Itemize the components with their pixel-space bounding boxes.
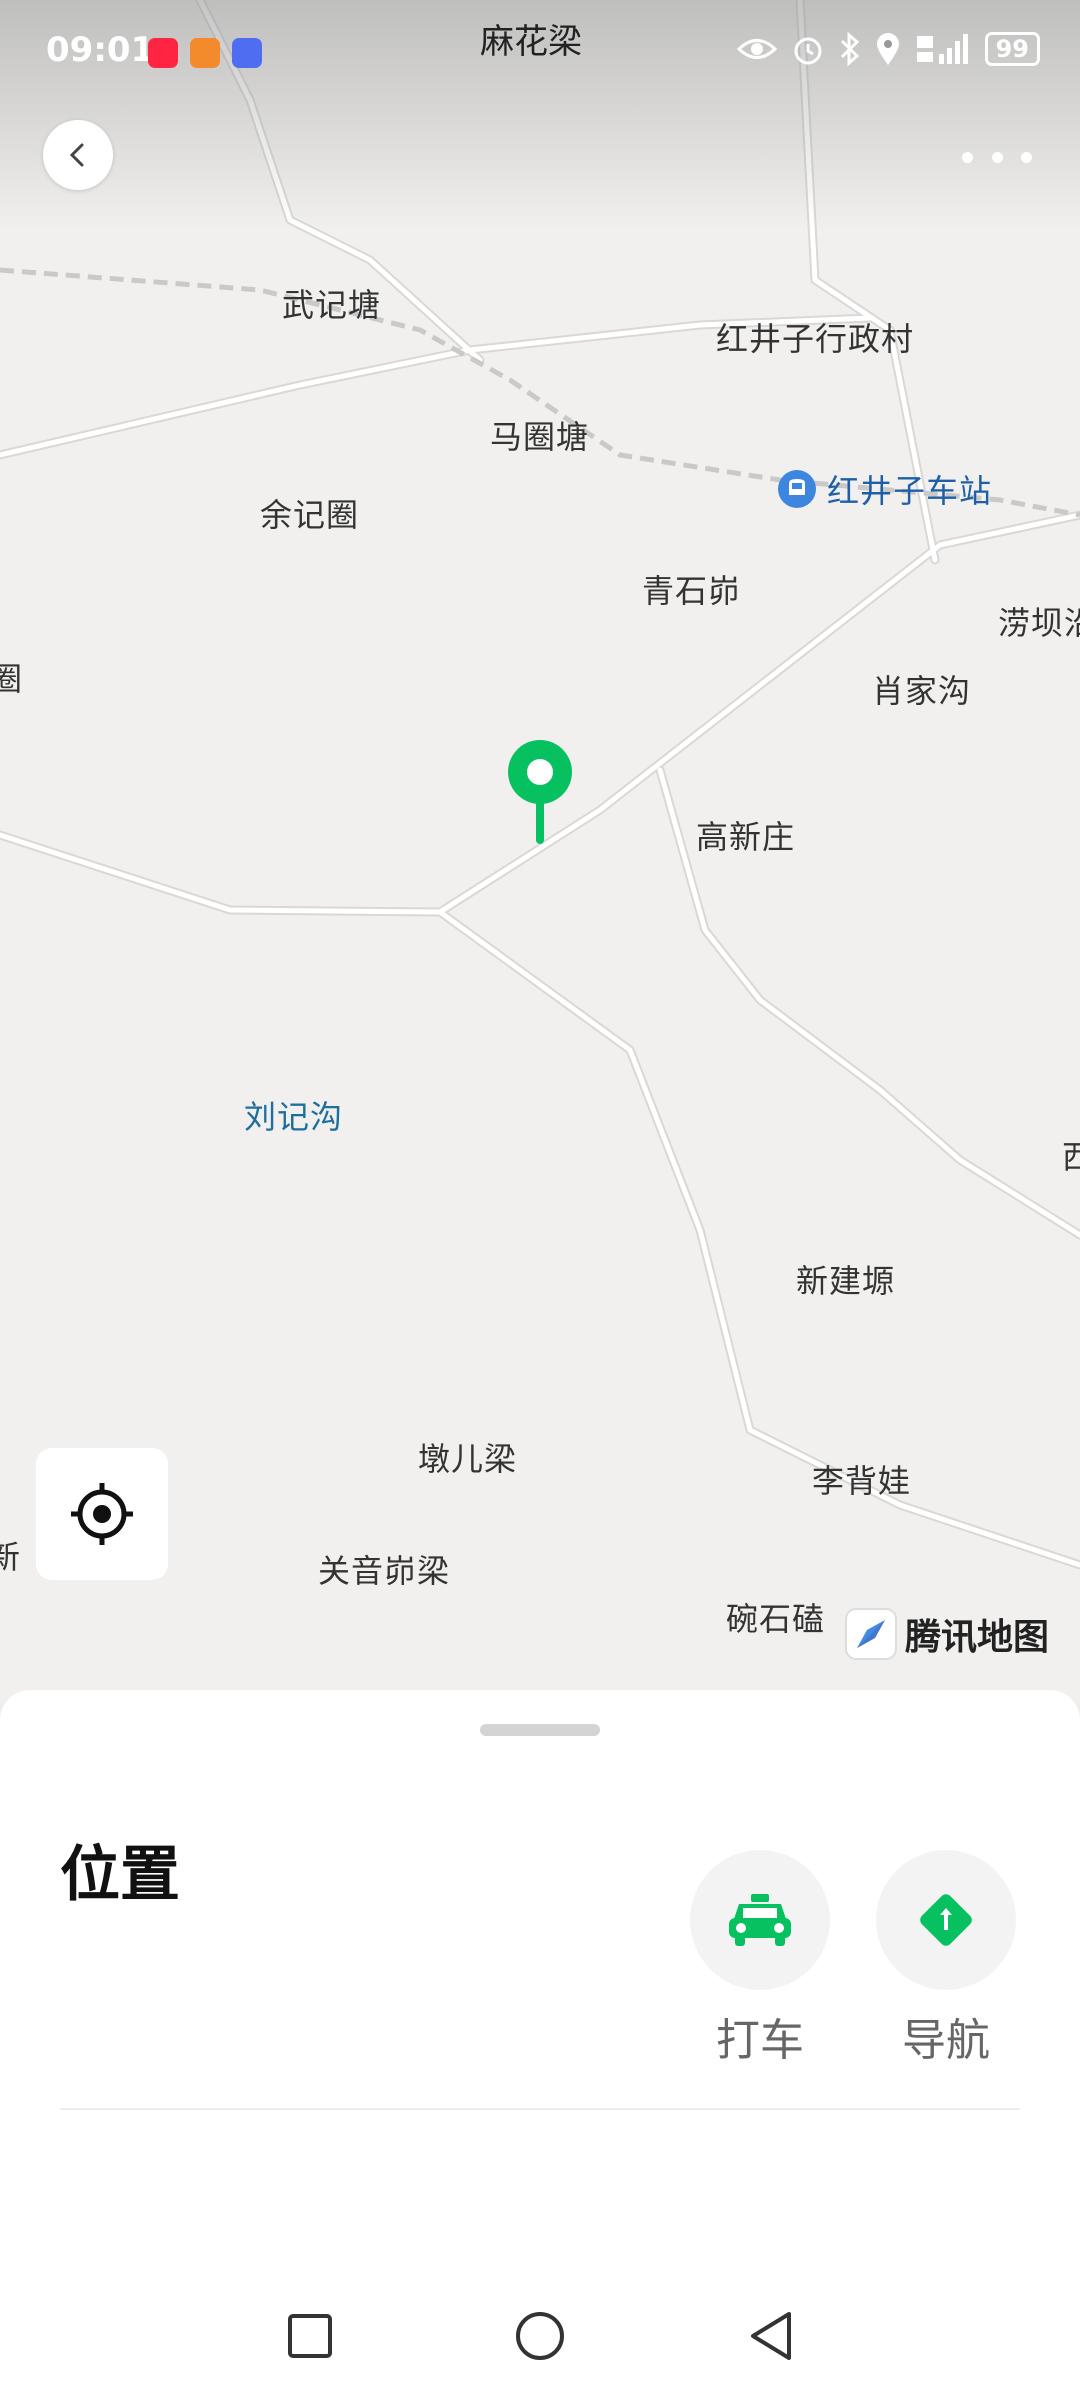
map-label: 马圈塘 — [490, 418, 590, 456]
taxi-button-circle[interactable] — [690, 1850, 830, 1990]
taxi-button[interactable]: 打车 — [690, 1850, 830, 2068]
chevron-left-icon — [69, 143, 84, 167]
xiaohongshu-icon — [148, 38, 178, 68]
navigation-icon — [920, 1894, 972, 1946]
eye-icon — [736, 39, 777, 59]
alarm-icon — [794, 37, 822, 65]
map-label: 李背娃 — [812, 1462, 912, 1500]
map-provider-logo: 腾讯地图 — [845, 1608, 1049, 1660]
music-app-icon — [232, 38, 262, 68]
recent-apps-button[interactable] — [280, 2306, 340, 2366]
circle-icon — [516, 2312, 564, 2360]
map-label: 新建塬 — [796, 1262, 896, 1300]
video-app-icon — [190, 38, 220, 68]
map-label: 西 — [1062, 1138, 1080, 1176]
signal-icon — [916, 34, 968, 64]
triangle-back-icon — [751, 2312, 791, 2360]
navigation-button-circle[interactable] — [876, 1850, 1016, 1990]
map-label: 青石峁 — [642, 572, 742, 610]
map-label: 墩儿梁 — [418, 1440, 518, 1478]
map-label: 关音峁梁 — [318, 1552, 451, 1590]
map-label: 碗石磕 — [726, 1600, 826, 1638]
back-button[interactable] — [43, 120, 113, 190]
map-label: 高新庄 — [696, 818, 796, 856]
system-back-button[interactable] — [740, 2306, 800, 2366]
provider-name: 腾讯地图 — [905, 1617, 1050, 1658]
status-time: 09:01 — [46, 30, 155, 70]
tencent-map-icon — [845, 1608, 897, 1660]
map-label: 余记圈 — [260, 496, 360, 534]
station-name: 红井子车站 — [827, 472, 993, 510]
map-label: 新 — [0, 1538, 22, 1576]
map-label: 涝坝沿 — [998, 604, 1080, 642]
status-bar: 09:01 99 — [0, 0, 1080, 104]
more-dot-icon — [962, 151, 973, 163]
taxi-label: 打车 — [716, 2015, 804, 2066]
taxi-icon — [729, 1894, 791, 1946]
train-station-icon — [778, 470, 816, 508]
location-icon — [876, 33, 899, 65]
more-dot-icon — [1021, 151, 1032, 163]
map-label: 圈 — [0, 660, 24, 698]
more-button[interactable] — [962, 132, 1032, 182]
sheet-title: 位置 — [60, 1840, 180, 1910]
sheet-handle[interactable] — [480, 1724, 600, 1736]
status-icons: 99 — [736, 32, 1040, 66]
battery-indicator: 99 — [984, 32, 1040, 66]
navigation-button[interactable]: 导航 — [876, 1850, 1016, 2068]
map-label: 刘记沟 — [244, 1098, 344, 1136]
sheet-divider — [60, 2108, 1020, 2110]
home-button[interactable] — [510, 2306, 570, 2366]
station-label[interactable]: 红井子车站 — [777, 466, 992, 512]
map-roads — [0, 0, 1080, 1570]
more-dot-icon — [991, 151, 1003, 163]
navigation-label: 导航 — [902, 2015, 990, 2066]
map-label: 肖家沟 — [872, 672, 972, 710]
system-nav-bar — [0, 2270, 1080, 2400]
location-pin-icon — [508, 740, 572, 844]
locate-me-button[interactable] — [36, 1448, 168, 1580]
crosshair-icon — [71, 1483, 133, 1545]
square-icon — [288, 2314, 332, 2358]
bluetooth-icon — [840, 32, 859, 66]
map-view[interactable]: 武记塘 红井子行政村 马圈塘 红井子车站 余记圈 青石峁 涝坝沿 圈 肖家沟 高… — [0, 0, 1080, 1700]
map-label: 红井子行政村 — [716, 320, 915, 358]
map-label: 武记塘 — [282, 286, 382, 324]
